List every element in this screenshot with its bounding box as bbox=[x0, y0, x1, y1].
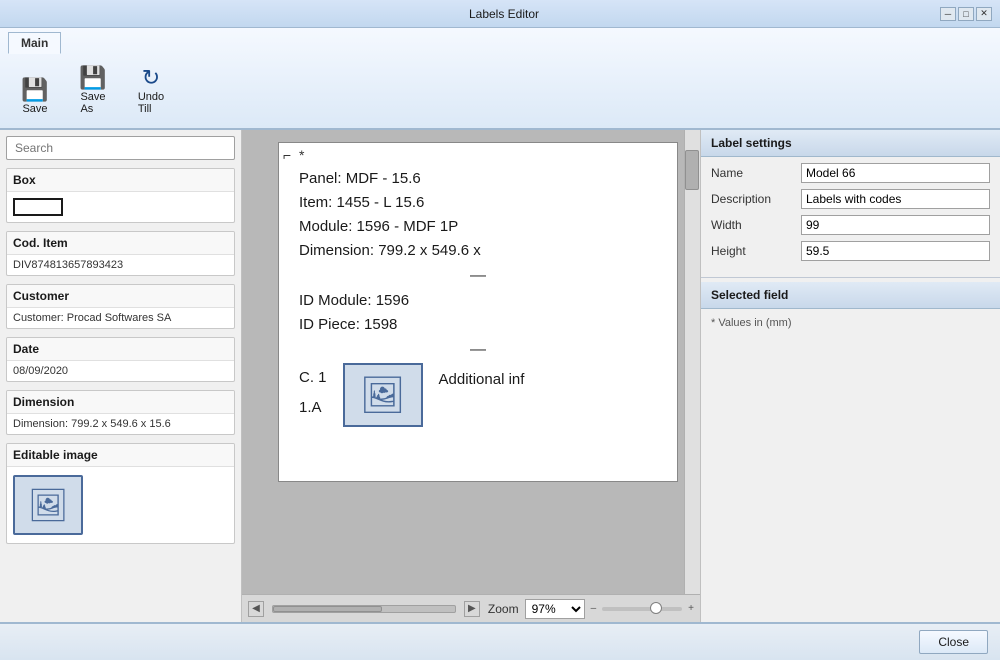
undo-icon: ↻ bbox=[142, 67, 160, 89]
save-label: Save bbox=[22, 103, 47, 115]
field-row-name: Name bbox=[711, 163, 990, 183]
window-controls[interactable]: ─ □ ✕ bbox=[940, 7, 992, 21]
height-label: Height bbox=[711, 244, 801, 258]
editable-image-content: 🖼 bbox=[7, 467, 234, 543]
cod-item-header: Cod. Item bbox=[7, 232, 234, 255]
name-label: Name bbox=[711, 166, 801, 180]
name-input[interactable] bbox=[801, 163, 990, 183]
dimension-header: Dimension bbox=[7, 391, 234, 414]
horizontal-scrollbar-area: ◀ ▶ Zoom 97% 50% 75% 100% 125% 150% bbox=[242, 594, 700, 622]
description-input[interactable] bbox=[801, 189, 990, 209]
right-divider bbox=[701, 277, 1000, 278]
editable-image-preview[interactable]: 🖼 bbox=[13, 475, 83, 535]
right-panel: Label settings Name Description Width He… bbox=[700, 130, 1000, 622]
bottom-left-text: C. 1 1.A bbox=[299, 363, 327, 423]
label-canvas[interactable]: ⌐ * Panel: MDF - 15.6 Item: 1455 - L 15.… bbox=[278, 142, 678, 482]
field-row-width: Width bbox=[711, 215, 990, 235]
h-scrollbar-track[interactable] bbox=[272, 605, 456, 613]
label-line-4: Dimension: 799.2 x 549.6 x bbox=[299, 239, 657, 263]
ribbon-content: 💾 Save 💾 SaveAs ↻ UndoTill bbox=[8, 58, 992, 124]
zoom-slider-thumb[interactable] bbox=[650, 602, 662, 614]
label-image-icon: 🖼 bbox=[360, 374, 406, 416]
cod-item-value: DIV874813657893423 bbox=[7, 255, 234, 275]
canvas-container: ⌐ * Panel: MDF - 15.6 Item: 1455 - L 15.… bbox=[242, 130, 700, 622]
main-area: Box Cod. Item DIV874813657893423 Custome… bbox=[0, 130, 1000, 622]
customer-value: Customer: Procad Softwares SA bbox=[7, 308, 234, 328]
minimize-button[interactable]: ─ bbox=[940, 7, 956, 21]
label-line-6: ID Piece: 1598 bbox=[299, 313, 657, 337]
label-bottom: C. 1 1.A 🖼 Additional inf bbox=[299, 363, 657, 427]
dimension-value: Dimension: 799.2 x 549.6 x 15.6 bbox=[7, 414, 234, 434]
editable-image-header: Editable image bbox=[7, 444, 234, 467]
tab-main[interactable]: Main bbox=[8, 32, 61, 54]
sidebar-section-editable-image: Editable image 🖼 bbox=[6, 443, 235, 544]
zoom-minus-icon[interactable]: – bbox=[591, 603, 597, 614]
customer-header: Customer bbox=[7, 285, 234, 308]
field-row-description: Description bbox=[711, 189, 990, 209]
box-content bbox=[7, 192, 234, 222]
sidebar-section-date: Date 08/09/2020 bbox=[6, 337, 235, 382]
close-button[interactable]: Close bbox=[919, 630, 988, 654]
additional-text: Additional inf bbox=[439, 371, 525, 388]
window-title: Labels Editor bbox=[68, 7, 940, 21]
label-line-2: Item: 1455 - L 15.6 bbox=[299, 191, 657, 215]
canvas-inner: ⌐ * Panel: MDF - 15.6 Item: 1455 - L 15.… bbox=[242, 130, 684, 594]
save-as-button[interactable]: 💾 SaveAs bbox=[66, 62, 120, 120]
date-value: 08/09/2020 bbox=[7, 361, 234, 381]
save-icon: 💾 bbox=[21, 79, 48, 101]
search-input[interactable] bbox=[6, 136, 235, 160]
date-header: Date bbox=[7, 338, 234, 361]
separator-2: — bbox=[299, 341, 657, 359]
label-line-1: Panel: MDF - 15.6 bbox=[299, 167, 657, 191]
save-as-icon: 💾 bbox=[79, 67, 106, 89]
zoom-label: Zoom bbox=[488, 602, 519, 616]
sidebar: Box Cod. Item DIV874813657893423 Custome… bbox=[0, 130, 242, 622]
box-header: Box bbox=[7, 169, 234, 192]
undo-till-button[interactable]: ↻ UndoTill bbox=[124, 62, 178, 120]
zoom-plus-icon[interactable]: + bbox=[688, 603, 694, 614]
label-image-placeholder[interactable]: 🖼 bbox=[343, 363, 423, 427]
asterisk-mark: * bbox=[299, 147, 304, 163]
label-line-5: ID Module: 1596 bbox=[299, 289, 657, 313]
maximize-button[interactable]: □ bbox=[958, 7, 974, 21]
scroll-v-thumb[interactable] bbox=[685, 150, 699, 190]
selected-field-header: Selected field bbox=[701, 282, 1000, 309]
corner-mark: ⌐ bbox=[283, 147, 291, 163]
box-preview bbox=[13, 198, 63, 216]
save-button[interactable]: 💾 Save bbox=[8, 74, 62, 120]
separator-1: — bbox=[299, 267, 657, 285]
zoom-controls: Zoom 97% 50% 75% 100% 125% 150% – bbox=[488, 599, 694, 619]
description-label: Description bbox=[711, 192, 801, 206]
height-input[interactable] bbox=[801, 241, 990, 261]
scroll-right-button[interactable]: ▶ bbox=[464, 601, 480, 617]
bottom-line-2: 1.A bbox=[299, 393, 327, 423]
close-window-button[interactable]: ✕ bbox=[976, 7, 992, 21]
zoom-slider[interactable] bbox=[602, 607, 682, 611]
label-line-3: Module: 1596 - MDF 1P bbox=[299, 215, 657, 239]
sidebar-section-dimension: Dimension Dimension: 799.2 x 549.6 x 15.… bbox=[6, 390, 235, 435]
image-placeholder-icon: 🖼 bbox=[28, 486, 69, 524]
label-settings-content: Name Description Width Height bbox=[701, 157, 1000, 273]
field-row-height: Height bbox=[711, 241, 990, 261]
sidebar-section-box: Box bbox=[6, 168, 235, 223]
sidebar-section-customer: Customer Customer: Procad Softwares SA bbox=[6, 284, 235, 329]
scroll-left-button[interactable]: ◀ bbox=[248, 601, 264, 617]
ribbon-tabs: Main bbox=[8, 32, 992, 54]
label-settings-header: Label settings bbox=[701, 130, 1000, 157]
zoom-slider-container: – + bbox=[591, 603, 694, 614]
width-input[interactable] bbox=[801, 215, 990, 235]
footer: Close bbox=[0, 622, 1000, 660]
vertical-scrollbar[interactable] bbox=[684, 130, 700, 594]
sidebar-section-cod-item: Cod. Item DIV874813657893423 bbox=[6, 231, 235, 276]
width-label: Width bbox=[711, 218, 801, 232]
bottom-line-1: C. 1 bbox=[299, 363, 327, 393]
undo-till-label: UndoTill bbox=[138, 91, 164, 115]
zoom-select[interactable]: 97% 50% 75% 100% 125% 150% bbox=[525, 599, 585, 619]
canvas-area: ⌐ * Panel: MDF - 15.6 Item: 1455 - L 15.… bbox=[242, 130, 700, 622]
ribbon: Main 💾 Save 💾 SaveAs ↻ UndoTill bbox=[0, 28, 1000, 130]
title-bar: Labels Editor ─ □ ✕ bbox=[0, 0, 1000, 28]
h-scrollbar-thumb[interactable] bbox=[273, 606, 382, 612]
save-as-label: SaveAs bbox=[80, 91, 105, 115]
values-note: * Values in (mm) bbox=[701, 309, 1000, 337]
